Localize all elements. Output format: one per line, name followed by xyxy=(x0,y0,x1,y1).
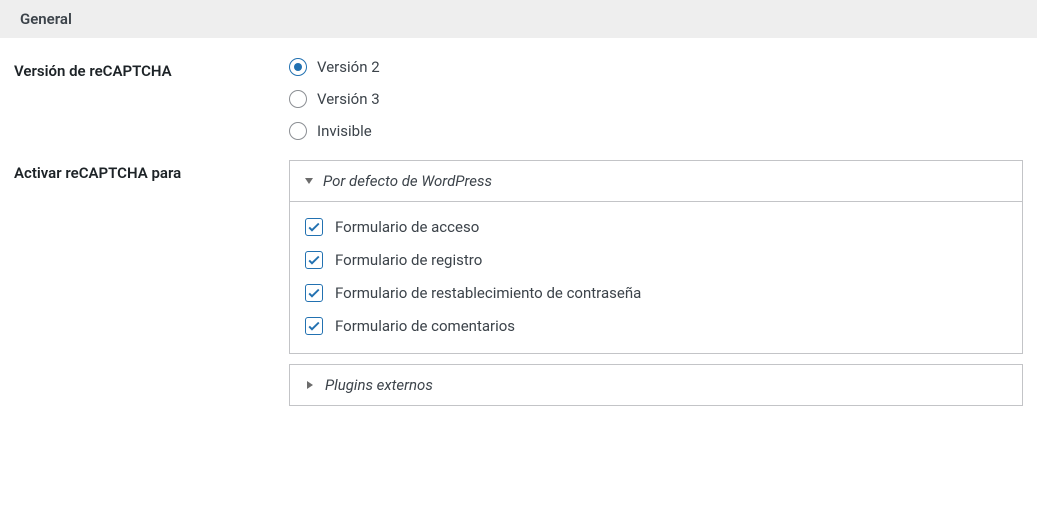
radio-group-version: Versión 2 Versión 3 Invisible xyxy=(289,58,1023,140)
radio-icon xyxy=(289,58,307,76)
checkbox-label: Formulario de restablecimiento de contra… xyxy=(335,284,641,302)
checkbox-label: Formulario de registro xyxy=(335,251,482,269)
check-icon xyxy=(307,319,321,333)
checkbox-label: Formulario de comentarios xyxy=(335,317,515,335)
check-icon xyxy=(307,253,321,267)
chevron-down-icon xyxy=(305,178,313,184)
accordion-title: Plugins externos xyxy=(325,376,433,394)
section-title: General xyxy=(20,10,72,28)
row-enable-recaptcha: Activar reCAPTCHA para Por defecto de Wo… xyxy=(0,140,1037,416)
row-recaptcha-version: Versión de reCAPTCHA Versión 2 Versión 3… xyxy=(0,38,1037,140)
label-recaptcha-version: Versión de reCAPTCHA xyxy=(14,58,289,80)
checkbox-reset-form[interactable]: Formulario de restablecimiento de contra… xyxy=(305,284,1007,302)
radio-version-2[interactable]: Versión 2 xyxy=(289,58,1023,76)
radio-icon xyxy=(289,122,307,140)
section-header: General xyxy=(0,0,1037,38)
radio-label: Versión 2 xyxy=(317,58,380,76)
checkbox-icon xyxy=(305,251,323,269)
accordion-header-external-plugins[interactable]: Plugins externos xyxy=(290,365,1022,405)
radio-icon xyxy=(289,90,307,108)
accordion-title: Por defecto de WordPress xyxy=(323,172,492,190)
check-icon xyxy=(307,220,321,234)
accordion-body-wp-default: Formulario de acceso Formulario de regis… xyxy=(290,202,1022,353)
field-recaptcha-version: Versión 2 Versión 3 Invisible xyxy=(289,58,1037,140)
radio-label: Versión 3 xyxy=(317,90,380,108)
checkbox-comments-form[interactable]: Formulario de comentarios xyxy=(305,317,1007,335)
checkbox-register-form[interactable]: Formulario de registro xyxy=(305,251,1007,269)
check-icon xyxy=(307,286,321,300)
chevron-right-icon xyxy=(307,381,313,389)
settings-form: Versión de reCAPTCHA Versión 2 Versión 3… xyxy=(0,38,1037,416)
checkbox-icon xyxy=(305,218,323,236)
radio-version-invisible[interactable]: Invisible xyxy=(289,122,1023,140)
checkbox-login-form[interactable]: Formulario de acceso xyxy=(305,218,1007,236)
accordion-wp-default: Por defecto de WordPress Formulario de a… xyxy=(289,160,1023,354)
checkbox-icon xyxy=(305,284,323,302)
radio-version-3[interactable]: Versión 3 xyxy=(289,90,1023,108)
field-enable-recaptcha: Por defecto de WordPress Formulario de a… xyxy=(289,160,1037,416)
label-enable-recaptcha: Activar reCAPTCHA para xyxy=(14,160,289,182)
accordion-header-wp-default[interactable]: Por defecto de WordPress xyxy=(290,161,1022,202)
checkbox-label: Formulario de acceso xyxy=(335,218,479,236)
checkbox-icon xyxy=(305,317,323,335)
radio-dot-icon xyxy=(294,63,302,71)
accordion-external-plugins: Plugins externos xyxy=(289,364,1023,406)
radio-label: Invisible xyxy=(317,122,372,140)
